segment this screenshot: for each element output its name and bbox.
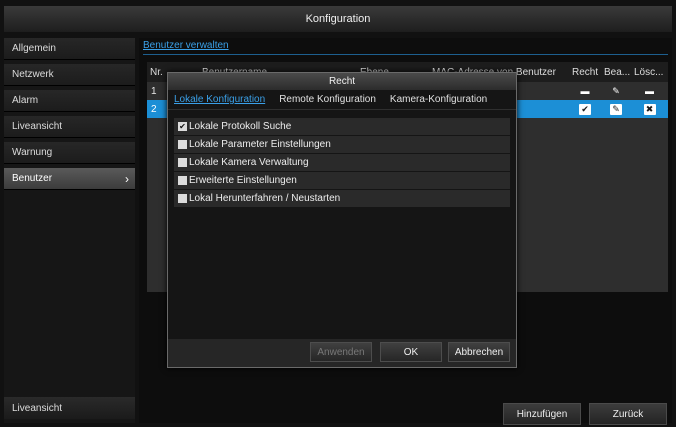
delete-x-icon[interactable]: ✖ [643, 103, 656, 115]
column-header-recht[interactable]: Recht [569, 67, 601, 78]
tab-kamera-konfiguration[interactable]: Kamera-Konfiguration [390, 94, 487, 105]
sidebar-item-netzwerk[interactable]: Netzwerk [4, 64, 135, 86]
sidebar-item-label: Liveansicht [12, 121, 63, 132]
checkbox-icon[interactable] [178, 176, 187, 185]
permission-label: Erweiterte Einstellungen [189, 175, 297, 186]
column-header-bearbeiten[interactable]: Bea... [601, 67, 631, 78]
sidebar-item-label: Warnung [12, 147, 53, 158]
sidebar-item-allgemein[interactable]: Allgemein [4, 38, 135, 60]
sidebar-item-label: Alarm [12, 95, 39, 106]
dialog-tabs: Lokale Konfiguration Remote Konfiguratio… [168, 90, 516, 110]
permission-list: ✔ Lokale Protokoll Suche Lokale Paramete… [174, 118, 510, 208]
check-icon[interactable]: ✔ [579, 103, 591, 115]
sidebar: Allgemein Netzwerk Alarm Liveansicht War… [4, 38, 135, 423]
checkbox-icon[interactable] [178, 140, 187, 149]
sidebar-item-warnung[interactable]: Warnung [4, 142, 135, 164]
permission-lokale-kamera-verwaltung[interactable]: Lokale Kamera Verwaltung [174, 154, 510, 172]
checkbox-checked-icon[interactable]: ✔ [178, 122, 187, 131]
liveansicht-button[interactable]: Liveansicht [4, 397, 135, 419]
permission-dialog: Recht Lokale Konfiguration Remote Konfig… [167, 72, 517, 368]
permission-erweiterte-einstellungen[interactable]: Erweiterte Einstellungen [174, 172, 510, 190]
tab-lokale-konfiguration[interactable]: Lokale Konfiguration [174, 94, 265, 105]
pencil-icon[interactable]: ✎ [610, 86, 622, 97]
checkbox-icon[interactable] [178, 158, 187, 167]
chevron-right-icon: › [125, 171, 129, 186]
permission-label: Lokale Protokoll Suche [189, 121, 292, 132]
sidebar-item-benutzer[interactable]: Benutzer › [4, 168, 135, 190]
minus-icon: ▬ [580, 85, 590, 96]
tab-remote-konfiguration[interactable]: Remote Konfiguration [279, 94, 376, 105]
sidebar-item-label: Allgemein [12, 43, 56, 54]
minus-icon: ▬ [645, 85, 654, 96]
permission-label: Lokal Herunterfahren / Neustarten [189, 193, 341, 204]
sidebar-item-liveansicht[interactable]: Liveansicht [4, 116, 135, 138]
permission-lokale-parameter-einstellungen[interactable]: Lokale Parameter Einstellungen [174, 136, 510, 154]
dialog-footer: Anwenden OK Abbrechen [168, 339, 516, 367]
window-title: Konfiguration [4, 6, 672, 32]
checkbox-icon[interactable] [178, 194, 187, 203]
add-user-button[interactable]: Hinzufügen [503, 403, 581, 425]
apply-button[interactable]: Anwenden [310, 342, 372, 362]
sidebar-item-label: Netzwerk [12, 69, 54, 80]
cancel-button[interactable]: Abbrechen [448, 342, 510, 362]
pencil-icon[interactable]: ✎ [610, 103, 622, 115]
permission-label: Lokale Kamera Verwaltung [189, 157, 309, 168]
permission-lokale-protokoll-suche[interactable]: ✔ Lokale Protokoll Suche [174, 118, 510, 136]
app-window: Konfiguration Allgemein Netzwerk Alarm L… [0, 0, 676, 427]
column-header-loeschen[interactable]: Lösc... [631, 67, 668, 78]
permission-lokal-herunterfahren-neustarten[interactable]: Lokal Herunterfahren / Neustarten [174, 190, 510, 208]
sidebar-item-label: Benutzer [12, 173, 53, 184]
tab-underline [143, 54, 668, 55]
sidebar-item-alarm[interactable]: Alarm [4, 90, 135, 112]
tab-benutzer-verwalten[interactable]: Benutzer verwalten [143, 40, 229, 51]
dialog-title: Recht [168, 73, 516, 90]
ok-button[interactable]: OK [380, 342, 442, 362]
permission-label: Lokale Parameter Einstellungen [189, 139, 331, 150]
back-button[interactable]: Zurück [589, 403, 667, 425]
